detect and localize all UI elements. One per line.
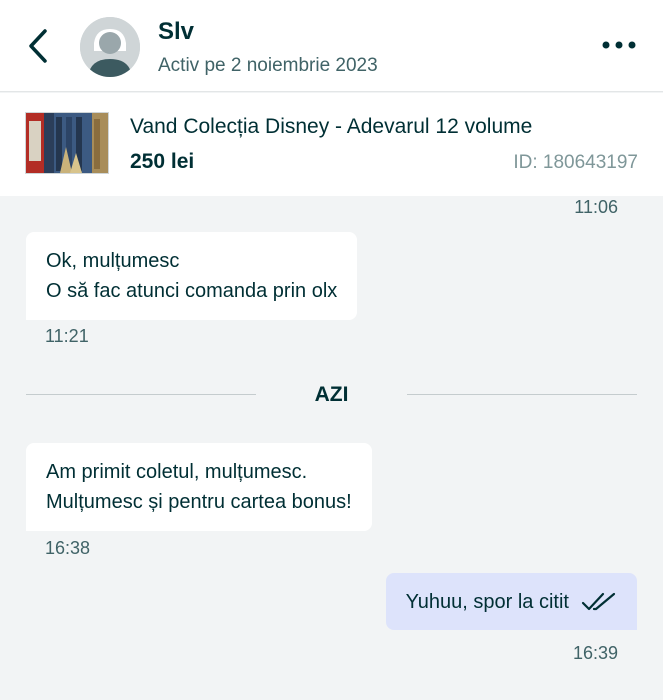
- message-text: Mulțumesc și pentru cartea bonus!: [46, 491, 352, 513]
- ad-id: ID: 180643197: [513, 152, 638, 173]
- ad-title[interactable]: Vand Colecția Disney - Adevarul 12 volum…: [130, 115, 532, 139]
- incoming-message[interactable]: Am primit coletul, mulțumesc. Mulțumesc …: [26, 443, 372, 531]
- chat-header: Slv Activ pe 2 noiembrie 2023: [0, 0, 663, 92]
- ad-thumbnail[interactable]: [25, 112, 109, 174]
- day-divider-right: [407, 394, 637, 395]
- ad-price: 250 lei: [130, 150, 195, 173]
- message-time: 16:38: [45, 538, 91, 558]
- book-collection-image: [26, 113, 108, 173]
- incoming-message[interactable]: Ok, mulțumesc O să fac atunci comanda pr…: [26, 232, 358, 320]
- message-time: 11:21: [45, 326, 89, 346]
- back-button[interactable]: [18, 24, 58, 68]
- message-text: Yuhuu, spor la citit: [405, 590, 569, 613]
- message-text: Ok, mulțumesc: [46, 250, 180, 272]
- ad-card[interactable]: Vand Colecția Disney - Adevarul 12 volum…: [0, 93, 663, 196]
- chevron-left-icon: [29, 29, 47, 63]
- message-text: Am primit coletul, mulțumesc.: [46, 461, 308, 483]
- message-time: 16:39: [572, 643, 618, 663]
- double-check-icon: [581, 591, 617, 613]
- user-avatar-icon: [80, 17, 140, 77]
- message-time: 11:06: [574, 197, 618, 217]
- message-text: O să fac atunci comanda prin olx: [46, 280, 338, 302]
- day-separator: AZI: [314, 383, 349, 406]
- avatar[interactable]: [80, 17, 140, 77]
- contact-name[interactable]: Slv: [158, 18, 194, 46]
- more-horizontal-icon: [602, 41, 636, 49]
- contact-status: Activ pe 2 noiembrie 2023: [158, 55, 378, 76]
- more-options-button[interactable]: [597, 30, 641, 60]
- outgoing-message[interactable]: Yuhuu, spor la citit: [385, 573, 637, 630]
